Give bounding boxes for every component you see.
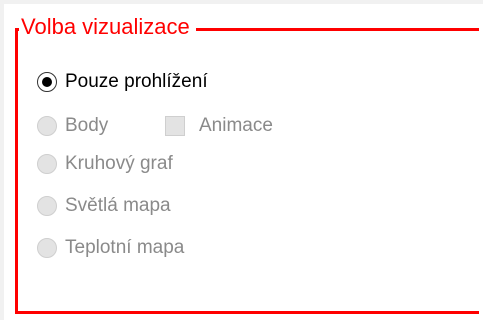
checkbox-unchecked-icon[interactable] [165,116,185,136]
radio-selected-icon[interactable] [37,72,57,92]
radio-heat-map-label: Teplotní mapa [65,237,185,258]
window-edge-left [0,0,4,320]
animation-checkbox-label: Animace [199,115,273,136]
radio-unselected-icon[interactable] [37,154,57,174]
window-edge-top [0,0,483,4]
animation-checkbox[interactable]: Animace [165,112,273,140]
radio-pie-chart[interactable]: Kruhový graf [37,150,173,178]
radio-unselected-icon[interactable] [37,238,57,258]
radio-points[interactable]: Body [37,112,108,140]
radio-view-only[interactable]: Pouze prohlížení [37,68,208,96]
radio-unselected-icon[interactable] [37,116,57,136]
radio-light-map-label: Světlá mapa [65,195,171,216]
radio-points-label: Body [65,115,109,136]
radio-unselected-icon[interactable] [37,196,57,216]
groupbox-title: Volba vizualizace [19,12,196,42]
radio-heat-map[interactable]: Teplotní mapa [37,234,184,262]
radio-light-map[interactable]: Světlá mapa [37,192,171,220]
radio-pie-chart-label: Kruhový graf [65,153,173,174]
radio-view-only-label: Pouze prohlížení [65,71,208,92]
